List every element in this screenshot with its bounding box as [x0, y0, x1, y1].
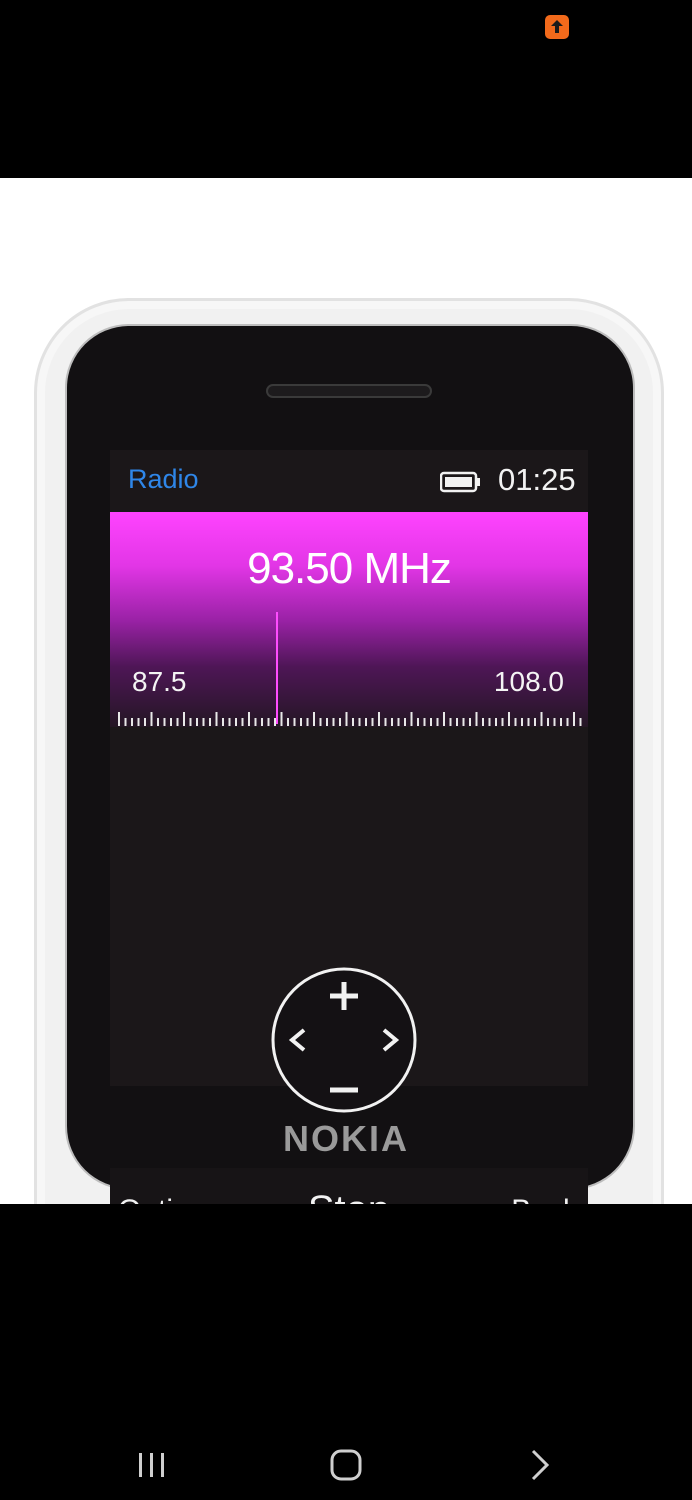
scale-tick — [547, 718, 549, 726]
scale-tick — [235, 718, 237, 726]
band-min-label: 87.5 — [132, 666, 187, 697]
scale-tick — [391, 718, 393, 726]
scale-tick — [540, 712, 543, 726]
scale-tick — [196, 718, 198, 726]
earpiece-speaker — [266, 384, 432, 398]
softkey-bar: Options Stop Back — [110, 1168, 588, 1204]
radio-tuner: 93.50 MHz 87.5 108.0 — [110, 512, 588, 727]
scale-tick — [326, 718, 328, 726]
scale-tick — [131, 718, 133, 726]
scale-tick — [423, 718, 426, 726]
scale-tick — [527, 718, 530, 726]
scale-tick — [462, 718, 465, 726]
scale-tick — [170, 718, 172, 726]
screen: Radio 01:25 93.50 MHz 87.5 108.0 NOKIA — [0, 0, 692, 1500]
scale-tick — [293, 718, 296, 726]
frequency-display: 93.50 MHz — [247, 544, 452, 593]
tuner-needle — [276, 612, 278, 724]
scale-tick — [488, 718, 491, 726]
scale-tick — [339, 718, 341, 726]
scale-tick — [449, 718, 452, 726]
navigation-dpad-icon[interactable] — [270, 966, 418, 1114]
scale-tick — [118, 712, 120, 726]
scale-tick — [573, 712, 575, 726]
scale-tick — [124, 718, 127, 726]
scale-tick — [514, 718, 517, 726]
scale-tick — [150, 712, 153, 726]
scale-tick — [248, 712, 250, 726]
scale-tick — [534, 718, 536, 726]
scale-tick — [274, 718, 276, 726]
scale-tick — [378, 712, 380, 726]
scale-tick — [261, 718, 263, 726]
scale-tick — [358, 718, 361, 726]
scale-tick — [137, 718, 140, 726]
scale-tick — [508, 712, 510, 726]
brand-logo: NOKIA — [283, 1118, 409, 1159]
scale-tick — [176, 718, 179, 726]
frequency-scale — [118, 712, 582, 726]
scale-tick — [521, 718, 523, 726]
scale-tick — [306, 718, 309, 726]
scale-tick — [241, 718, 244, 726]
back-chevron-icon[interactable] — [510, 1440, 570, 1490]
scale-tick — [280, 712, 283, 726]
clock: 01:25 — [498, 462, 576, 497]
scale-tick — [417, 718, 419, 726]
scale-tick — [404, 718, 406, 726]
home-icon[interactable] — [316, 1440, 376, 1490]
scale-tick — [475, 712, 478, 726]
scale-tick — [209, 718, 211, 726]
scale-tick — [267, 718, 270, 726]
scale-tick — [163, 718, 166, 726]
scale-tick — [430, 718, 432, 726]
scale-tick — [443, 712, 445, 726]
recents-icon[interactable] — [122, 1440, 182, 1490]
scale-tick — [222, 718, 224, 726]
scale-tick — [410, 712, 413, 726]
scale-tick — [560, 718, 562, 726]
scale-tick — [157, 718, 159, 726]
scale-tick — [332, 718, 335, 726]
scale-tick — [189, 718, 192, 726]
scale-tick — [436, 718, 439, 726]
phone-display: Radio 01:25 93.50 MHz 87.5 108.0 — [110, 450, 588, 1204]
scale-tick — [183, 712, 185, 726]
scale-tick — [365, 718, 367, 726]
scale-tick — [553, 718, 556, 726]
upload-arrow-icon[interactable] — [545, 15, 569, 39]
scale-tick — [215, 712, 218, 726]
scale-tick — [501, 718, 504, 726]
scale-tick — [397, 718, 400, 726]
scale-tick — [228, 718, 231, 726]
scale-tick — [469, 718, 471, 726]
scale-tick — [144, 718, 146, 726]
system-nav-bar — [0, 1204, 692, 1500]
app-title: Radio — [128, 464, 199, 494]
scale-tick — [202, 718, 205, 726]
scale-tick — [371, 718, 374, 726]
scale-tick — [579, 718, 582, 726]
scale-tick — [566, 718, 569, 726]
scale-tick — [495, 718, 497, 726]
scale-tick — [384, 718, 387, 726]
scale-tick — [352, 718, 354, 726]
scale-tick — [319, 718, 322, 726]
battery-icon — [439, 470, 482, 494]
band-max-label: 108.0 — [493, 666, 564, 697]
back-softkey[interactable]: Back — [511, 1194, 578, 1204]
status-bar — [0, 0, 692, 178]
scale-tick — [300, 718, 302, 726]
scale-tick — [345, 712, 348, 726]
scale-tick — [287, 718, 289, 726]
scale-tick — [254, 718, 257, 726]
video-frame[interactable]: Radio 01:25 93.50 MHz 87.5 108.0 NOKIA — [0, 178, 692, 1204]
scale-tick — [482, 718, 484, 726]
scale-tick — [313, 712, 315, 726]
scale-tick — [456, 718, 458, 726]
display-header: Radio 01:25 — [110, 450, 588, 512]
